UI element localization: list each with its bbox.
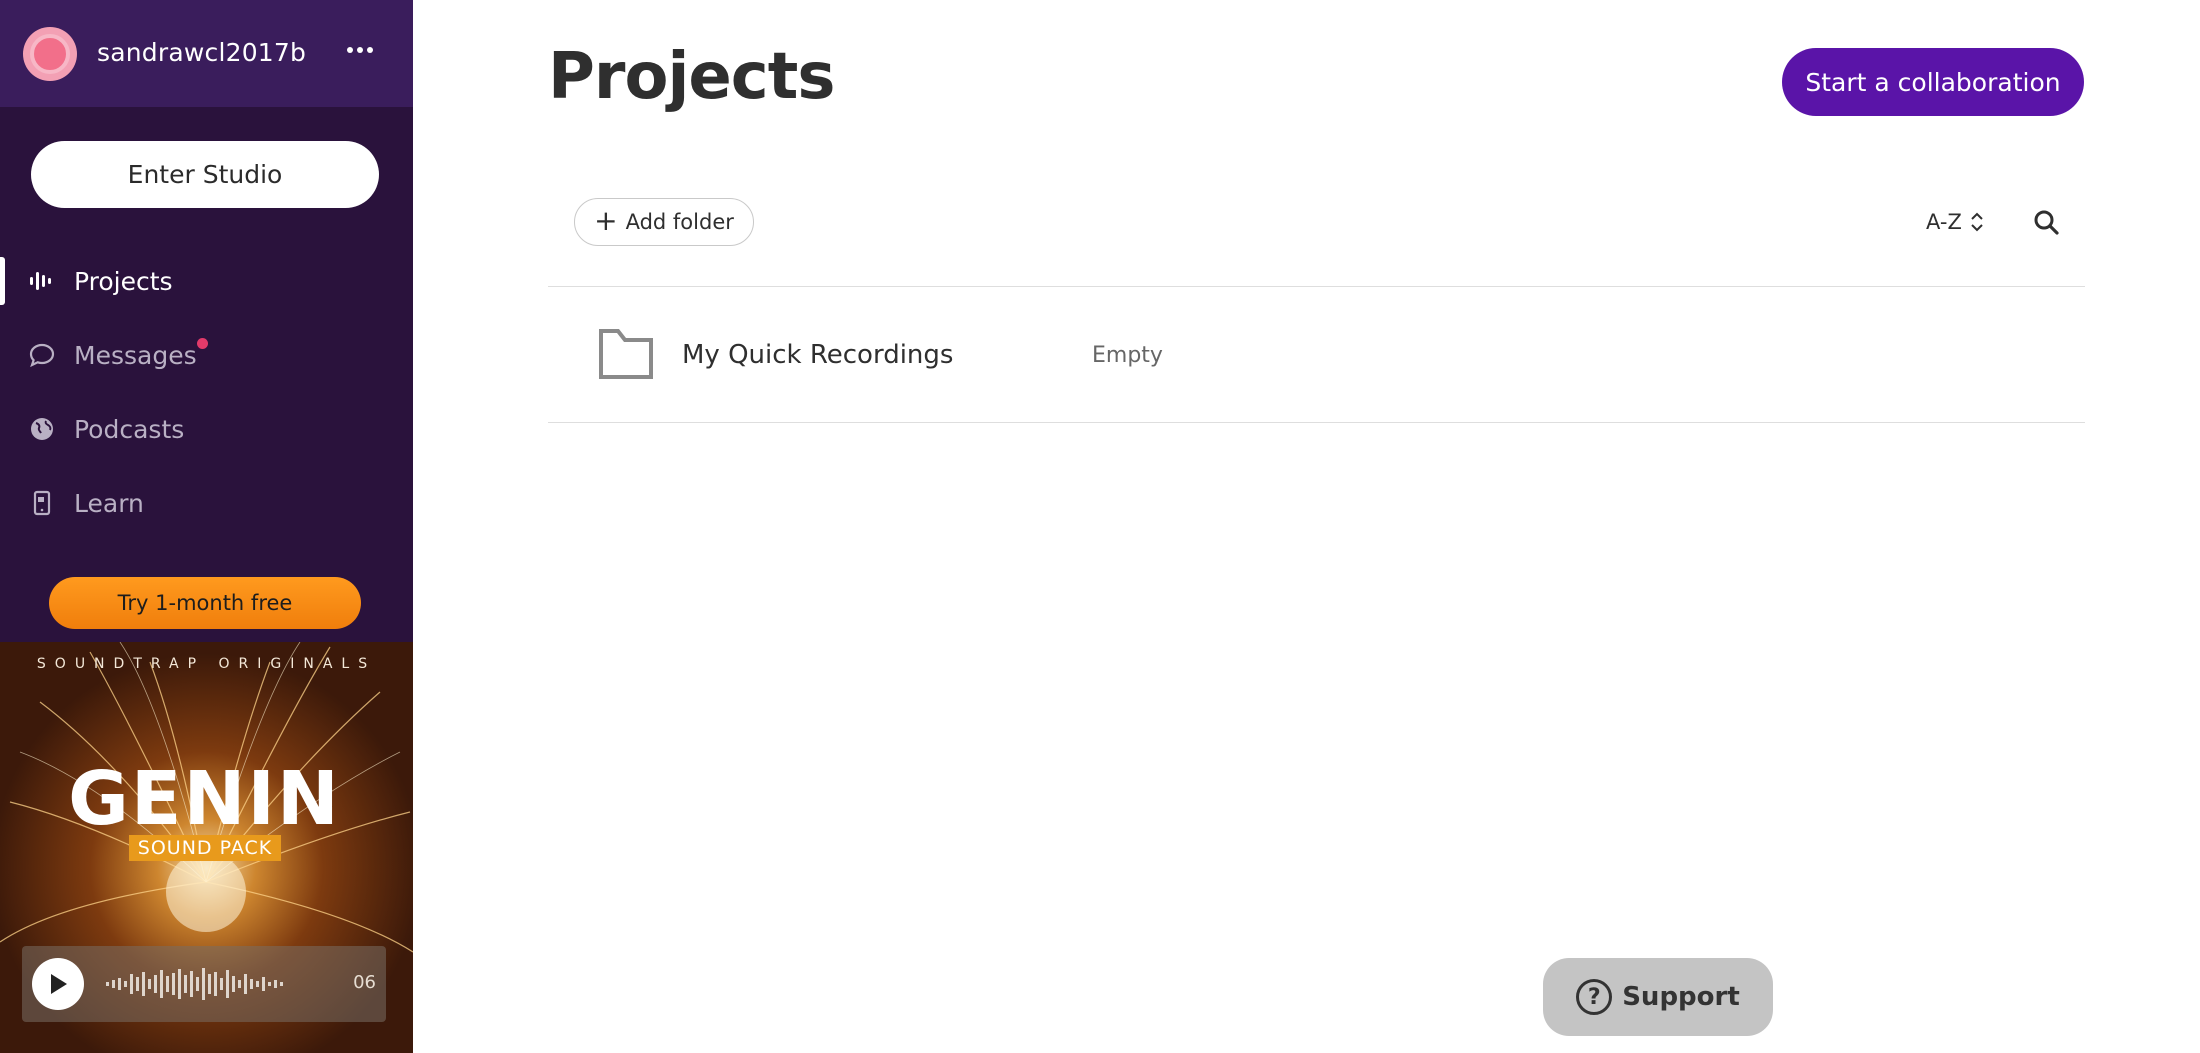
sidebar-item-label: Messages	[74, 340, 197, 370]
plus-icon: +	[594, 204, 618, 237]
sort-button[interactable]: A-Z	[1926, 205, 1984, 239]
avatar-image	[30, 34, 70, 74]
more-dots-icon-dot	[357, 47, 363, 53]
search-icon	[2034, 210, 2059, 235]
user-bar: sandrawcl2017b	[0, 0, 413, 107]
audio-player: 06	[22, 946, 386, 1022]
page-title: Projects	[548, 40, 835, 114]
globe-icon	[27, 414, 57, 444]
more-dots-icon-dot	[367, 47, 373, 53]
tablet-icon	[27, 488, 57, 518]
folder-icon	[599, 329, 653, 379]
play-button[interactable]	[32, 958, 84, 1010]
folder-status: Empty	[1092, 342, 1163, 368]
folder-name: My Quick Recordings	[682, 340, 954, 370]
sidebar-nav: Projects Messages Podcasts Learn	[0, 244, 413, 540]
play-icon	[51, 974, 67, 994]
divider	[548, 422, 2085, 423]
sidebar-item-label: Podcasts	[74, 414, 185, 444]
divider	[548, 286, 2085, 287]
promo-kicker: SOUNDTRAP ORIGINALS	[36, 656, 377, 672]
avatar[interactable]	[23, 27, 77, 81]
support-label: Support	[1622, 982, 1740, 1012]
sidebar: sandrawcl2017b Enter Studio Projects Mes…	[0, 0, 413, 1053]
start-collaboration-button[interactable]: Start a collaboration	[1782, 48, 2084, 116]
more-options-button[interactable]	[340, 30, 380, 70]
try-free-button[interactable]: Try 1-month free	[49, 577, 361, 629]
sidebar-item-podcasts[interactable]: Podcasts	[0, 392, 413, 466]
add-folder-button[interactable]: + Add folder	[574, 198, 754, 246]
promo-banner[interactable]: SOUNDTRAP ORIGINALS GENIN SOUND PACK 06	[0, 642, 413, 1053]
support-button[interactable]: ? Support	[1543, 958, 1773, 1036]
folder-row[interactable]: My Quick Recordings Empty	[548, 288, 2085, 422]
waveform-icon	[106, 968, 283, 1000]
promo-title: GENIN	[68, 756, 341, 842]
sidebar-item-label: Learn	[74, 488, 144, 518]
app-root: sandrawcl2017b Enter Studio Projects Mes…	[0, 0, 2200, 1053]
sidebar-item-label: Projects	[74, 266, 173, 296]
sidebar-item-learn[interactable]: Learn	[0, 466, 413, 540]
chat-bubble-icon	[27, 340, 57, 370]
more-dots-icon	[347, 47, 353, 53]
enter-studio-button[interactable]: Enter Studio	[31, 141, 379, 208]
help-icon: ?	[1576, 979, 1613, 1015]
track-time: 06	[353, 972, 376, 993]
promo-subtitle: SOUND PACK	[129, 835, 281, 861]
main-content: Projects Start a collaboration + Add fol…	[413, 0, 2200, 1053]
sort-label: A-Z	[1926, 210, 1962, 234]
active-indicator	[0, 257, 5, 305]
notification-dot	[197, 338, 208, 349]
sort-arrows-icon	[1971, 212, 1983, 232]
waveform-icon	[27, 266, 57, 296]
username: sandrawcl2017b	[97, 38, 307, 67]
sidebar-item-projects[interactable]: Projects	[0, 244, 413, 318]
search-button[interactable]	[2027, 203, 2065, 241]
add-folder-label: Add folder	[625, 210, 734, 234]
sidebar-item-messages[interactable]: Messages	[0, 318, 413, 392]
